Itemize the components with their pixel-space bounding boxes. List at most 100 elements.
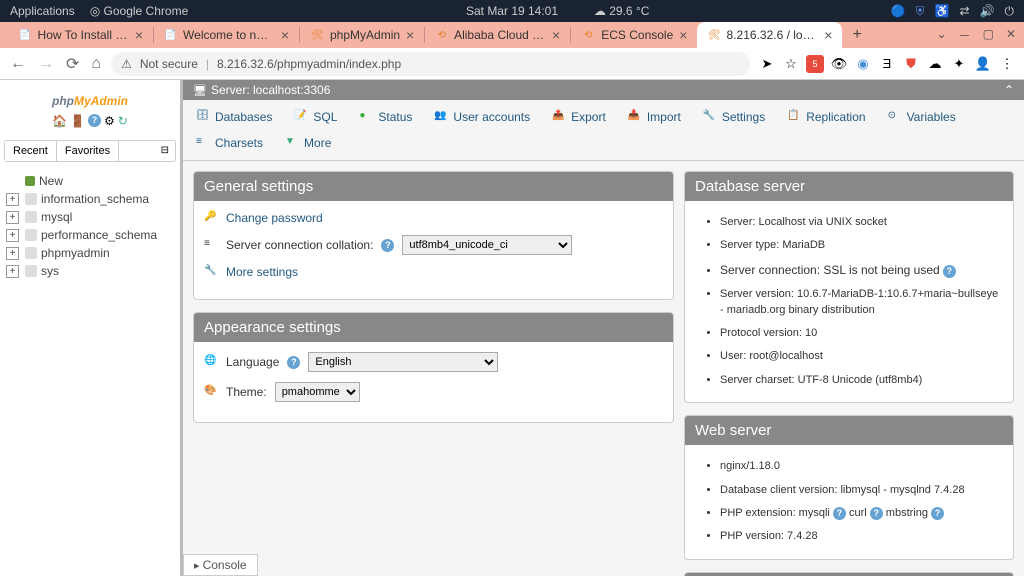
desktop-top-bar: Applications ◎ Google Chrome Sat Mar 19 … xyxy=(0,0,1024,22)
sidebar: phpMyAdmin 🏠 🚪 ? ⚙ ↻ Recent Favorites ⊟ … xyxy=(0,80,180,576)
chevron-down-icon[interactable]: ⌄ xyxy=(937,27,947,44)
top-menu: 🗄Databases 📝SQL ●Status 👥User accounts 📤… xyxy=(183,100,1024,161)
tree-db-item[interactable]: +performance_schema xyxy=(6,226,174,244)
warning-icon: ⚠ xyxy=(121,57,132,71)
tab-localhost[interactable]: 🛠8.216.32.6 / localh× xyxy=(697,22,842,48)
exit-icon[interactable]: 🚪 xyxy=(70,114,85,128)
menu-export[interactable]: 📤Export xyxy=(541,104,617,130)
power-icon: ⏻ xyxy=(1005,4,1015,19)
url-text: 8.216.32.6/phpmyadmin/index.php xyxy=(217,57,401,71)
collapse-top-icon[interactable]: ⌃ xyxy=(1004,83,1014,97)
chrome-indicator[interactable]: ◎ Google Chrome xyxy=(90,4,189,18)
info-item: Server charset: UTF-8 Unicode (utf8mb4) xyxy=(720,369,1003,392)
star-icon[interactable]: ☆ xyxy=(782,55,800,73)
tree-new[interactable]: New xyxy=(6,172,174,190)
recent-tab[interactable]: Recent xyxy=(5,141,57,161)
favorites-tab[interactable]: Favorites xyxy=(57,141,119,161)
info-item: nginx/1.18.0 xyxy=(720,455,1003,478)
menu-users[interactable]: 👥User accounts xyxy=(423,104,541,130)
ext-icon-5[interactable]: ⛊ xyxy=(902,55,920,73)
panel-header: Appearance settings xyxy=(194,313,673,342)
docs-icon[interactable]: ? xyxy=(88,114,101,127)
profile-icon[interactable]: 👤 xyxy=(974,55,992,73)
tab-nginx[interactable]: 📄Welcome to nginx!× xyxy=(154,22,299,48)
language-select[interactable]: English xyxy=(308,352,498,372)
collapse-icon[interactable]: ⊟ xyxy=(155,141,175,161)
panel-header: General settings xyxy=(194,172,673,201)
tree-db-item[interactable]: +phpmyadmin xyxy=(6,244,174,262)
back-button[interactable]: ← xyxy=(8,53,28,75)
address-bar: ← → ⟳ ⌂ ⚠ Not secure | 8.216.32.6/phpmya… xyxy=(0,48,1024,80)
reload-button[interactable]: ⟳ xyxy=(64,52,81,76)
help-icon[interactable]: ? xyxy=(833,507,846,520)
tree-db-item[interactable]: +information_schema xyxy=(6,190,174,208)
extensions-icon[interactable]: ✦ xyxy=(950,55,968,73)
home-icon[interactable]: 🏠 xyxy=(52,114,67,128)
panel-header: Web server xyxy=(685,416,1013,445)
db-tree: New +information_schema +mysql +performa… xyxy=(0,166,180,286)
volume-icon: 🔊 xyxy=(980,4,995,18)
help-icon[interactable]: ? xyxy=(931,507,944,520)
server-breadcrumb[interactable]: 🖥 Server: localhost:3306⌃ xyxy=(183,80,1024,100)
info-item: Server: Localhost via UNIX socket xyxy=(720,211,1003,234)
send-icon[interactable]: ➤ xyxy=(758,55,776,73)
change-password-link[interactable]: Change password xyxy=(226,211,323,225)
menu-import[interactable]: 📥Import xyxy=(617,104,692,130)
maximize-icon[interactable]: ▢ xyxy=(983,27,994,44)
ext-icon-4[interactable]: Ǝ xyxy=(878,55,896,73)
menu-sql[interactable]: 📝SQL xyxy=(283,104,348,130)
new-tab-button[interactable]: + xyxy=(842,26,871,44)
reload-nav-icon[interactable]: ↻ xyxy=(118,114,128,128)
help-icon[interactable]: ? xyxy=(870,507,883,520)
shield-icon: ⛨ xyxy=(916,4,925,19)
help-icon[interactable]: ? xyxy=(943,265,956,278)
console-toggle[interactable]: ▸ Console xyxy=(183,554,258,576)
collation-select[interactable]: utf8mb4_unicode_ci xyxy=(402,235,572,255)
close-window-icon[interactable]: ✕ xyxy=(1006,27,1016,44)
tab-phpmyadmin[interactable]: 🛠phpMyAdmin× xyxy=(300,22,424,48)
url-input[interactable]: ⚠ Not secure | 8.216.32.6/phpmyadmin/ind… xyxy=(111,52,750,76)
settings-icon[interactable]: ⚙ xyxy=(104,114,115,128)
menu-status[interactable]: ●Status xyxy=(348,104,423,130)
applications-menu[interactable]: Applications xyxy=(10,4,75,18)
ext-icon-6[interactable]: ☁ xyxy=(926,55,944,73)
logo: phpMyAdmin 🏠 🚪 ? ⚙ ↻ xyxy=(0,80,180,136)
browser-tab-strip: 📄How To Install Mu× 📄Welcome to nginx!× … xyxy=(0,22,1024,48)
ext-icon-2[interactable]: 👁 xyxy=(830,55,848,73)
help-icon[interactable]: ? xyxy=(381,239,394,252)
close-icon[interactable]: × xyxy=(406,27,414,43)
close-icon[interactable]: × xyxy=(552,27,560,43)
close-icon[interactable]: × xyxy=(679,27,687,43)
ext-icon-1[interactable]: 5 xyxy=(806,55,824,73)
weather: ☁ 29.6 °C xyxy=(594,4,650,18)
tab-alibaba[interactable]: ⟲Alibaba Cloud Con× xyxy=(425,22,570,48)
info-item: Server version: 10.6.7-MariaDB-1:10.6.7+… xyxy=(720,283,1003,322)
tab-ecs[interactable]: ⟲ECS Console× xyxy=(571,22,697,48)
help-icon[interactable]: ? xyxy=(287,356,300,369)
menu-icon[interactable]: ⋮ xyxy=(998,55,1016,73)
menu-variables[interactable]: ⊙Variables xyxy=(877,104,967,130)
more-settings-link[interactable]: More settings xyxy=(226,265,298,279)
close-icon[interactable]: × xyxy=(281,27,289,43)
close-icon[interactable]: × xyxy=(135,27,143,43)
theme-select[interactable]: pmahomme xyxy=(275,382,360,402)
phpmyadmin-panel: phpMyAdmin Version information: 5.0.4deb… xyxy=(684,572,1014,576)
menu-settings[interactable]: 🔧Settings xyxy=(692,104,776,130)
security-label: Not secure xyxy=(140,57,198,71)
info-item: Protocol version: 10 xyxy=(720,322,1003,345)
menu-charsets[interactable]: ≡Charsets xyxy=(185,130,274,156)
home-button[interactable]: ⌂ xyxy=(89,53,103,75)
menu-more[interactable]: ▼More xyxy=(274,130,342,156)
clock: Sat Mar 19 14:01 xyxy=(466,4,558,18)
tree-db-item[interactable]: +sys xyxy=(6,262,174,280)
minimize-icon[interactable]: － xyxy=(959,27,971,44)
menu-databases[interactable]: 🗄Databases xyxy=(185,104,283,130)
language-label: Language xyxy=(226,355,279,369)
menu-replication[interactable]: 📋Replication xyxy=(776,104,876,130)
tree-db-item[interactable]: +mysql xyxy=(6,208,174,226)
ext-icon-3[interactable]: ◉ xyxy=(854,55,872,73)
info-item: PHP extension: mysqli ? curl ? mbstring … xyxy=(720,502,1003,525)
close-icon[interactable]: × xyxy=(824,27,832,43)
tab-howto[interactable]: 📄How To Install Mu× xyxy=(8,22,153,48)
forward-button[interactable]: → xyxy=(36,53,56,75)
